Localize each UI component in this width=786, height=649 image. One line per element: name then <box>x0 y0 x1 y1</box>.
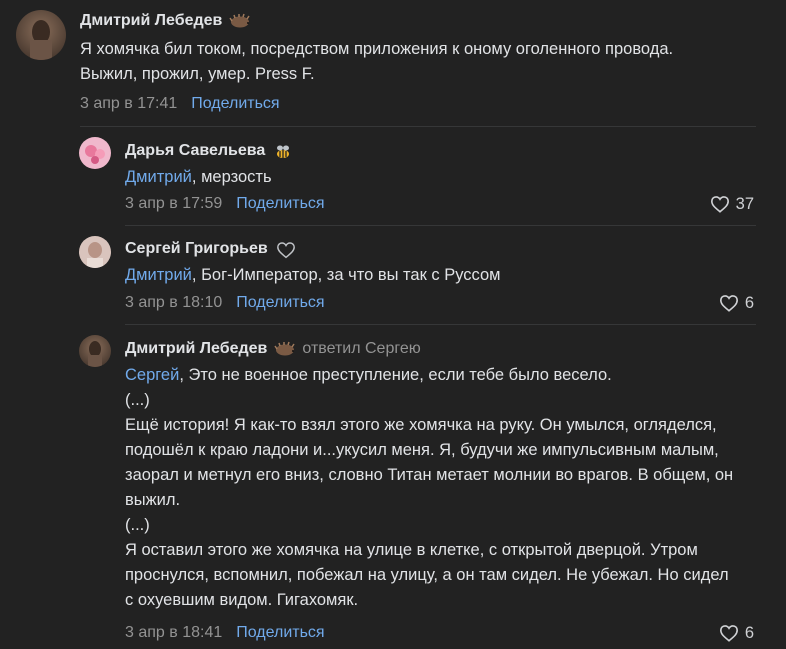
author-name[interactable]: Сергей Григорьев <box>125 240 268 258</box>
heart-outline-badge-icon <box>275 241 297 259</box>
author-name[interactable]: Дарья Савельева <box>125 142 265 160</box>
avatar[interactable] <box>16 10 66 60</box>
like-button[interactable]: 6 <box>719 622 754 644</box>
comment-date[interactable]: 3 апр в 17:59 <box>125 195 222 213</box>
comment-date[interactable]: 3 апр в 18:10 <box>125 294 222 312</box>
like-button[interactable]: 37 <box>710 193 754 215</box>
comment-body: , мерзость <box>191 168 272 186</box>
comment-date[interactable]: 3 апр в 18:41 <box>125 624 222 642</box>
like-count: 37 <box>735 194 754 213</box>
share-link[interactable]: Поделиться <box>236 294 324 312</box>
like-count: 6 <box>744 623 754 642</box>
heart-icon <box>710 196 729 213</box>
comment-body: , Бог-Император, за что вы так с Руссом <box>191 266 501 284</box>
avatar[interactable] <box>79 236 111 268</box>
mention-link[interactable]: Дмитрий <box>125 168 192 186</box>
mention-link[interactable]: Сергей <box>125 366 179 384</box>
like-button[interactable]: 6 <box>719 292 754 314</box>
share-link[interactable]: Поделиться <box>236 195 324 213</box>
comment-text: Я хомячка бил током, посредством приложе… <box>80 40 678 83</box>
heart-icon <box>719 295 738 312</box>
divider <box>125 225 756 226</box>
author-name[interactable]: Дмитрий Лебедев <box>125 340 267 358</box>
comment-body: , Это не военное преступление, если тебе… <box>125 366 734 609</box>
comment-text: Дмитрий, Бог-Император, за что вы так с … <box>125 263 745 288</box>
comment-text: Сергей, Это не военное преступление, есл… <box>125 363 735 613</box>
replied-to-label[interactable]: ответил Сергею <box>302 340 420 358</box>
avatar[interactable] <box>79 335 111 367</box>
divider <box>80 126 756 127</box>
share-link[interactable]: Поделиться <box>236 624 324 642</box>
author-name[interactable]: Дмитрий Лебедев <box>80 12 222 30</box>
like-count: 6 <box>744 293 754 312</box>
share-link[interactable]: Поделиться <box>191 95 279 113</box>
avatar[interactable] <box>79 137 111 169</box>
comment-date[interactable]: 3 апр в 17:41 <box>80 95 177 113</box>
mention-link[interactable]: Дмитрий <box>125 266 192 284</box>
hedgehog-badge-icon <box>229 13 251 29</box>
comment-text: Дмитрий, мерзость <box>125 165 745 190</box>
bee-badge-icon <box>272 143 294 159</box>
divider <box>125 324 756 325</box>
hedgehog-badge-icon <box>274 341 296 357</box>
heart-icon <box>719 625 738 642</box>
